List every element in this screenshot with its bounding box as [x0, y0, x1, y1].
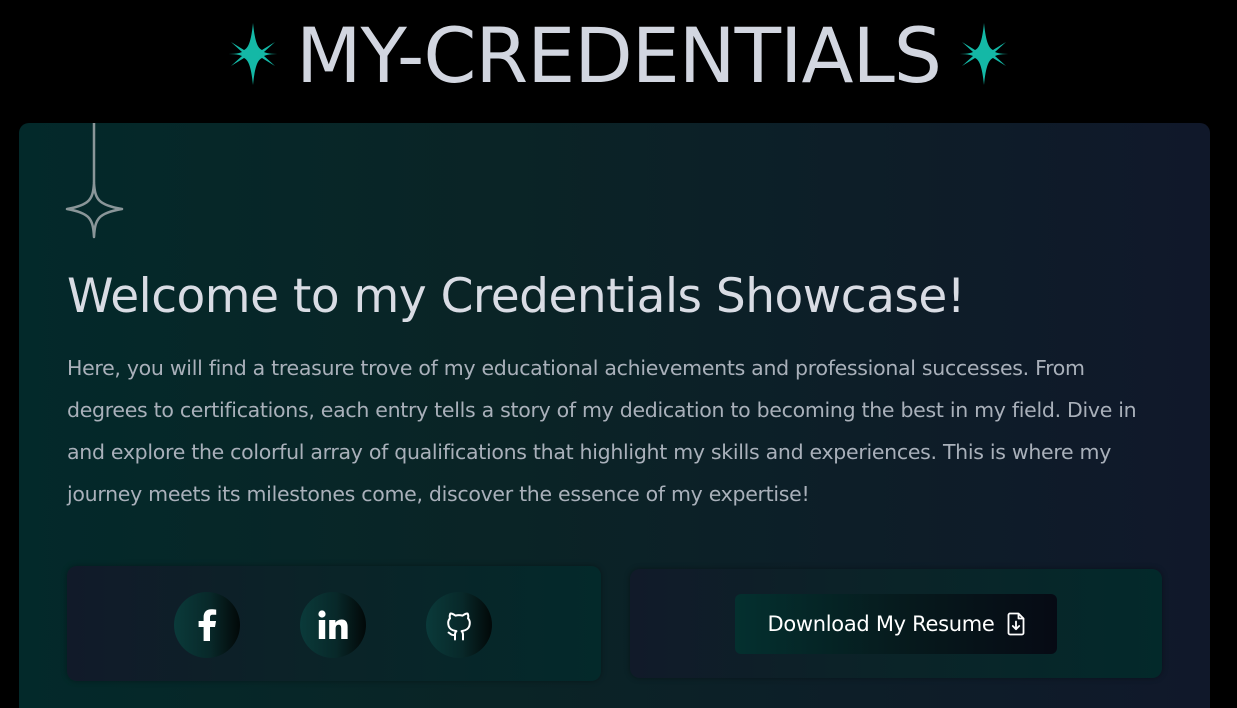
site-header: MY-CREDENTIALS: [0, 0, 1237, 118]
facebook-icon: [198, 609, 217, 641]
resume-panel: Download My Resume: [630, 569, 1162, 678]
page: MY-CREDENTIALS Welcome to my Credentials…: [0, 0, 1237, 708]
facebook-button[interactable]: [174, 592, 240, 658]
download-resume-button[interactable]: Download My Resume: [735, 594, 1057, 654]
github-icon: [447, 612, 471, 641]
linkedin-icon: [318, 610, 348, 639]
hanging-star-icon: [65, 123, 124, 239]
github-button[interactable]: [426, 592, 492, 658]
sparkle-icon: [221, 23, 284, 85]
linkedin-button[interactable]: [300, 592, 366, 658]
sparkle-icon: [953, 23, 1016, 85]
site-title: MY-CREDENTIALS: [295, 11, 942, 100]
welcome-paragraph: Here, you will find a treasure trove of …: [67, 356, 1137, 506]
credentials-card: Welcome to my Credentials Showcase! Here…: [19, 123, 1210, 708]
download-resume-label: Download My Resume: [767, 612, 995, 636]
social-links-panel: [67, 566, 601, 681]
welcome-title: Welcome to my Credentials Showcase!: [67, 269, 966, 324]
file-download-icon: [1007, 612, 1024, 636]
